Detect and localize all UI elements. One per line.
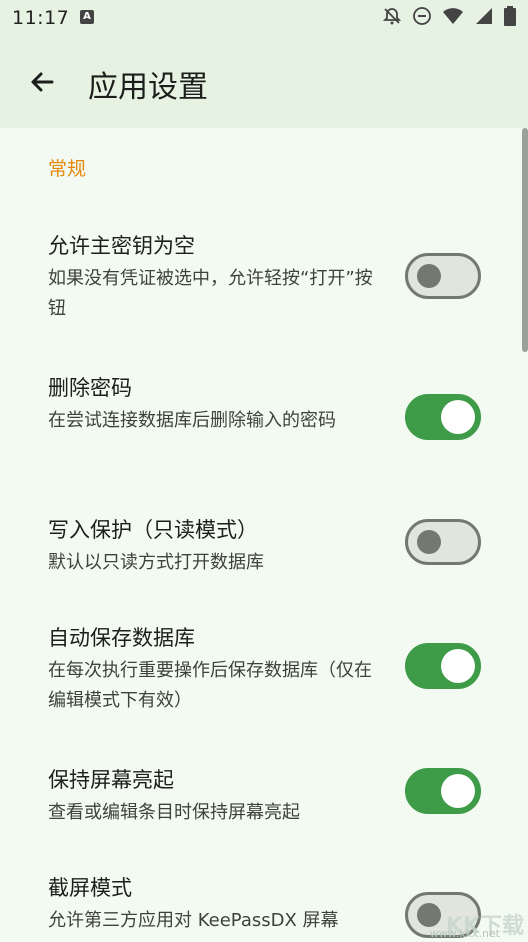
notification-icon: A [80, 10, 94, 24]
pref-summary: 查看或编辑条目时保持屏幕亮起 [48, 802, 300, 823]
toggle-knob [441, 649, 475, 683]
pref-summary: 在尝试连接数据库后删除输入的密码 [48, 410, 336, 431]
toggle-knob [417, 530, 441, 554]
arrow-left-icon [31, 72, 54, 92]
pref-title: 删除密码 [48, 376, 132, 400]
pref-title: 保持屏幕亮起 [48, 768, 174, 792]
battery-icon [504, 6, 516, 26]
status-bar: 11:17 A [0, 0, 528, 36]
pref-title: 截屏模式 [48, 876, 132, 900]
toggle-knob [441, 774, 475, 808]
watermark-url: www.kkx.net [429, 927, 500, 940]
signal-icon [476, 8, 492, 24]
settings-list: 常规 允许主密钥为空 如果没有凭证被选中，允许轻按“打开”按钮 删除密码 在尝试… [0, 128, 528, 940]
toggle-write-protection[interactable] [405, 519, 481, 565]
pref-keep-screen-on[interactable]: 保持屏幕亮起 查看或编辑条目时保持屏幕亮起 [0, 764, 528, 834]
pref-summary: 如果没有凭证被选中，允许轻按“打开”按钮 [48, 268, 373, 319]
toggle-knob [417, 903, 441, 927]
toggle-knob [441, 400, 475, 434]
toggle-auto-save-database[interactable] [405, 643, 481, 689]
pref-title: 自动保存数据库 [48, 626, 195, 650]
status-time: 11:17 [12, 7, 70, 29]
app-bar: 应用设置 [0, 36, 528, 128]
pref-auto-save-database[interactable]: 自动保存数据库 在每次执行重要操作后保存数据库（仅在编辑模式下有效） [0, 622, 528, 722]
wifi-icon [443, 8, 463, 24]
pref-title: 允许主密钥为空 [48, 234, 195, 258]
toggle-delete-password[interactable] [405, 394, 481, 440]
pref-write-protection[interactable]: 写入保护（只读模式） 默认以只读方式打开数据库 [0, 514, 528, 584]
back-button[interactable] [24, 64, 60, 100]
toggle-allow-empty-master-key[interactable] [405, 253, 481, 299]
page-title: 应用设置 [88, 70, 208, 105]
toggle-knob [417, 264, 441, 288]
status-icons [382, 6, 516, 26]
pref-title: 写入保护（只读模式） [48, 518, 258, 542]
section-header-general: 常规 [48, 158, 87, 180]
toggle-keep-screen-on[interactable] [405, 768, 481, 814]
scrollbar[interactable] [522, 128, 528, 352]
pref-delete-password[interactable]: 删除密码 在尝试连接数据库后删除输入的密码 [0, 372, 528, 472]
do-not-disturb-icon [413, 7, 431, 25]
pref-summary: 默认以只读方式打开数据库 [48, 552, 264, 573]
pref-summary: 在每次执行重要操作后保存数据库（仅在编辑模式下有效） [48, 660, 372, 711]
bell-off-icon [382, 8, 402, 25]
pref-summary: 允许第三方应用对 KeePassDX 屏幕 [48, 910, 339, 931]
pref-allow-empty-master-key[interactable]: 允许主密钥为空 如果没有凭证被选中，允许轻按“打开”按钮 [0, 230, 528, 330]
